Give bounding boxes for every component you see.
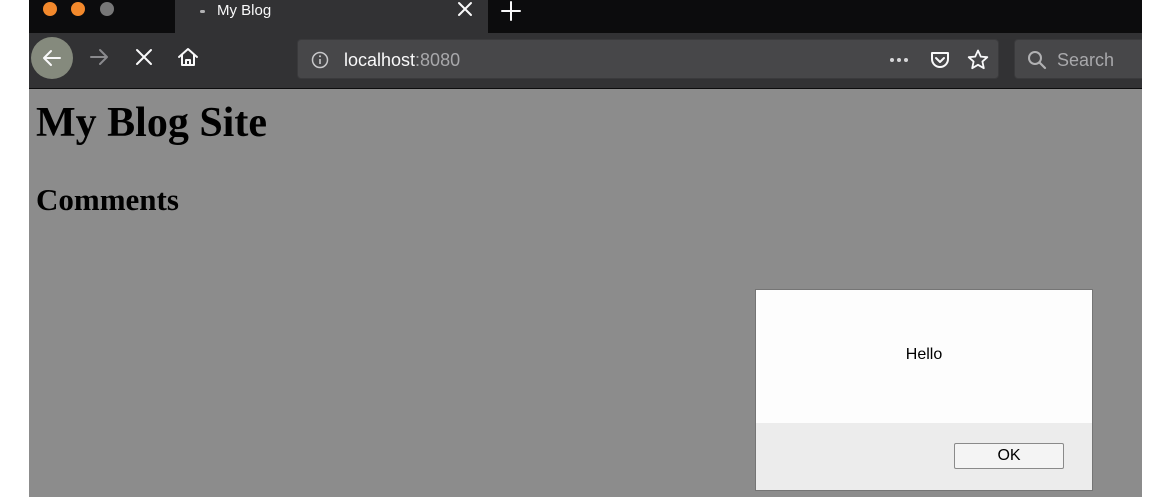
alert-footer: OK <box>756 423 1092 490</box>
url-port: :8080 <box>415 50 461 70</box>
page-actions-icon[interactable] <box>888 49 910 71</box>
home-icon <box>178 48 198 66</box>
window-close-button[interactable] <box>43 2 57 16</box>
address-bar[interactable]: localhost:8080 <box>297 39 999 79</box>
stop-button[interactable] <box>128 41 160 73</box>
window-minimize-button[interactable] <box>71 2 85 16</box>
browser-window: My Blog localhost:8080 Search My Blog Si… <box>29 0 1142 497</box>
site-info-icon[interactable] <box>311 51 329 69</box>
tab-close-icon[interactable] <box>456 0 474 18</box>
stop-icon <box>136 49 152 65</box>
page-content: My Blog Site Comments Hello OK <box>29 89 1142 497</box>
forward-arrow-icon <box>90 49 108 65</box>
ok-button[interactable]: OK <box>954 443 1064 469</box>
title-bar: My Blog <box>29 0 1142 33</box>
search-icon <box>1027 50 1047 70</box>
tab-title: My Blog <box>217 2 272 19</box>
back-arrow-icon <box>43 50 61 66</box>
loading-indicator-icon <box>200 10 205 13</box>
new-tab-icon[interactable] <box>499 0 523 22</box>
alert-message: Hello <box>905 346 943 363</box>
comments-heading: Comments <box>36 182 179 217</box>
home-button[interactable] <box>172 41 204 73</box>
window-maximize-button[interactable] <box>100 2 114 16</box>
url-host: localhost <box>344 50 416 70</box>
navigation-toolbar: localhost:8080 <box>29 33 1142 89</box>
bookmark-star-icon[interactable] <box>966 48 990 72</box>
url-text[interactable]: localhost:8080 <box>344 50 460 71</box>
alert-dialog: Hello OK <box>755 289 1093 491</box>
search-input[interactable] <box>1057 49 1142 71</box>
tab-my-blog[interactable]: My Blog <box>175 0 488 33</box>
back-button[interactable] <box>31 37 73 79</box>
pocket-icon[interactable] <box>928 48 952 72</box>
page-title: My Blog Site <box>36 100 267 146</box>
forward-button[interactable] <box>83 41 115 73</box>
search-bar[interactable] <box>1014 39 1142 79</box>
